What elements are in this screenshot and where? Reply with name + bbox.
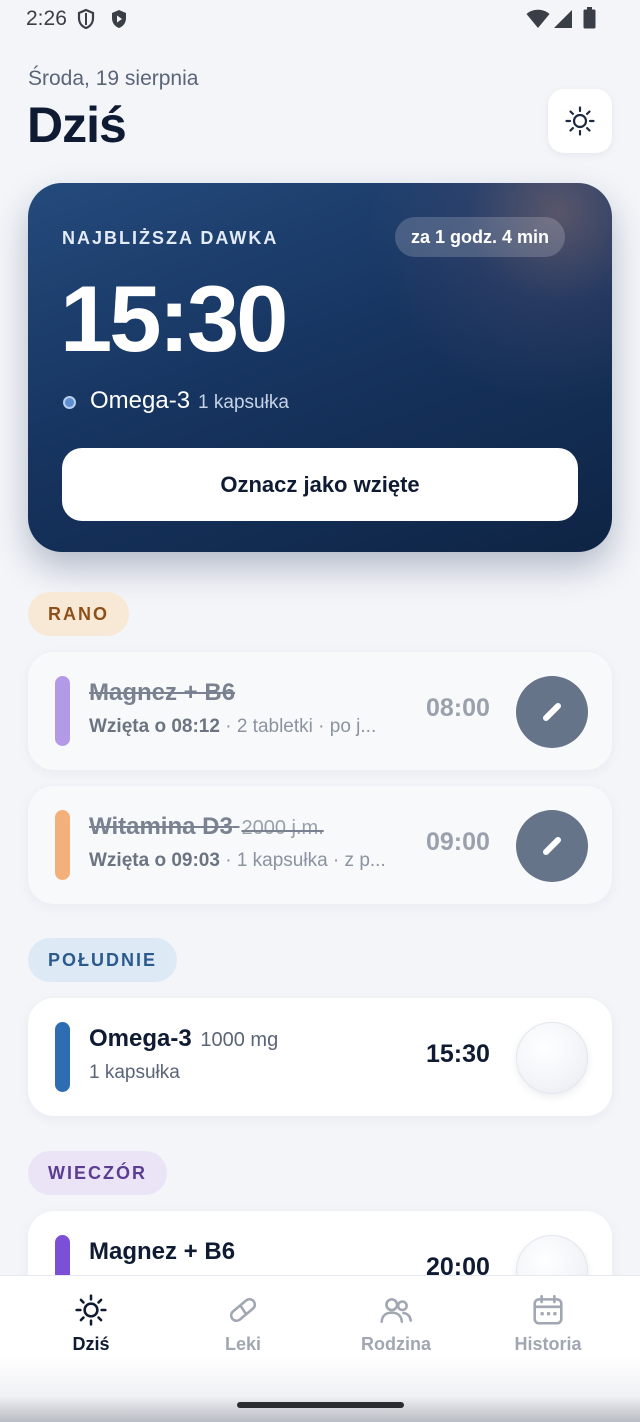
sun-icon (565, 106, 595, 136)
medication-name: Magnez + B6 (89, 1238, 236, 1265)
status-time: 2:26 (26, 7, 67, 30)
dose-instructions: · 2 tabletki · po j... (219, 716, 377, 737)
date-label: Środa, 19 sierpnia (28, 67, 199, 90)
medication-color-bar (55, 1022, 70, 1092)
taken-toggle-button[interactable] (516, 810, 588, 882)
page-title: Dziś (27, 97, 127, 153)
scheduled-time: 09:00 (426, 828, 490, 856)
section-label-noon: POŁUDNIE (28, 938, 178, 982)
section-label-morning: RANO (28, 592, 129, 636)
taken-toggle-button[interactable] (516, 676, 588, 748)
nav-label: Leki (224, 1334, 262, 1354)
home-indicator[interactable] (237, 1402, 404, 1408)
battery-icon (583, 7, 596, 29)
medication-strength: 1000 mg (200, 1029, 279, 1051)
medication-name: Magnez + B6 (89, 679, 236, 706)
nav-label: Dziś (72, 1334, 110, 1354)
pill-icon (543, 703, 561, 721)
next-dose-medication: Omega-3 1 kapsułka (90, 387, 289, 415)
nav-label: Rodzina (361, 1334, 431, 1354)
dose-details: Wzięta o 09:03 · 1 kapsułka · z p... (89, 850, 386, 872)
next-dose-amount: 1 kapsułka (198, 392, 289, 413)
calendar-icon (533, 1294, 563, 1325)
medication-color-bar (55, 810, 70, 880)
bottom-navigation: Dziś Leki Rodzina Historia (0, 1275, 640, 1422)
next-dose-time: 15:30 (60, 266, 288, 371)
shield-outline-icon (77, 8, 95, 30)
medication-name: Omega-3 1000 mg (89, 1025, 279, 1052)
dose-card[interactable]: Witamina D3 2000 j.m. Wzięta o 09:03 · 1… (28, 786, 612, 904)
taken-at-label: Wzięta o 08:12 (89, 716, 220, 737)
medication-color-dot (63, 396, 76, 409)
next-dose-med-name: Omega-3 (90, 387, 191, 414)
theme-toggle-button[interactable] (548, 89, 612, 153)
dose-details: 1 kapsułka (89, 1062, 180, 1083)
dose-details: Wzięta o 08:12 · 2 tabletki · po j... (89, 716, 376, 738)
dose-instructions: · 1 kapsułka · z p... (219, 850, 386, 871)
taken-at-label: Wzięta o 09:03 (89, 850, 220, 871)
medication-strength: 2000 j.m. (241, 817, 324, 839)
mark-as-taken-button[interactable]: Oznacz jako wzięte (62, 448, 578, 521)
next-dose-label: NAJBLIŻSZA DAWKA (62, 228, 279, 248)
sun-icon (75, 1294, 107, 1326)
next-dose-card: NAJBLIŻSZA DAWKA za 1 godz. 4 min 15:30 … (28, 183, 612, 552)
people-icon (380, 1298, 412, 1323)
scheduled-time: 08:00 (426, 694, 490, 722)
countdown-badge: za 1 godz. 4 min (395, 217, 566, 257)
shield-play-icon (112, 10, 126, 28)
medication-color-bar (55, 676, 70, 746)
dose-card[interactable]: Omega-3 1000 mg 1 kapsułka 15:30 (28, 998, 612, 1116)
dose-card[interactable]: Magnez + B6 Wzięta o 08:12 · 2 tabletki … (28, 652, 612, 770)
nav-tab-today[interactable]: Dziś (15, 1292, 167, 1355)
take-dose-button[interactable] (516, 1022, 588, 1094)
status-bar: 2:26 (0, 0, 640, 38)
pill-icon (543, 837, 561, 855)
signal-icon (554, 10, 572, 28)
medication-name: Witamina D3 2000 j.m. (89, 813, 324, 840)
section-label-evening: WIECZÓR (28, 1151, 167, 1195)
wifi-icon (526, 9, 550, 28)
nav-tab-meds[interactable]: Leki (167, 1292, 319, 1355)
nav-tab-family[interactable]: Rodzina (320, 1292, 472, 1355)
scheduled-time: 15:30 (426, 1040, 490, 1068)
nav-label: Historia (514, 1334, 582, 1354)
nav-tab-history[interactable]: Historia (472, 1292, 624, 1355)
pill-icon (229, 1297, 257, 1323)
